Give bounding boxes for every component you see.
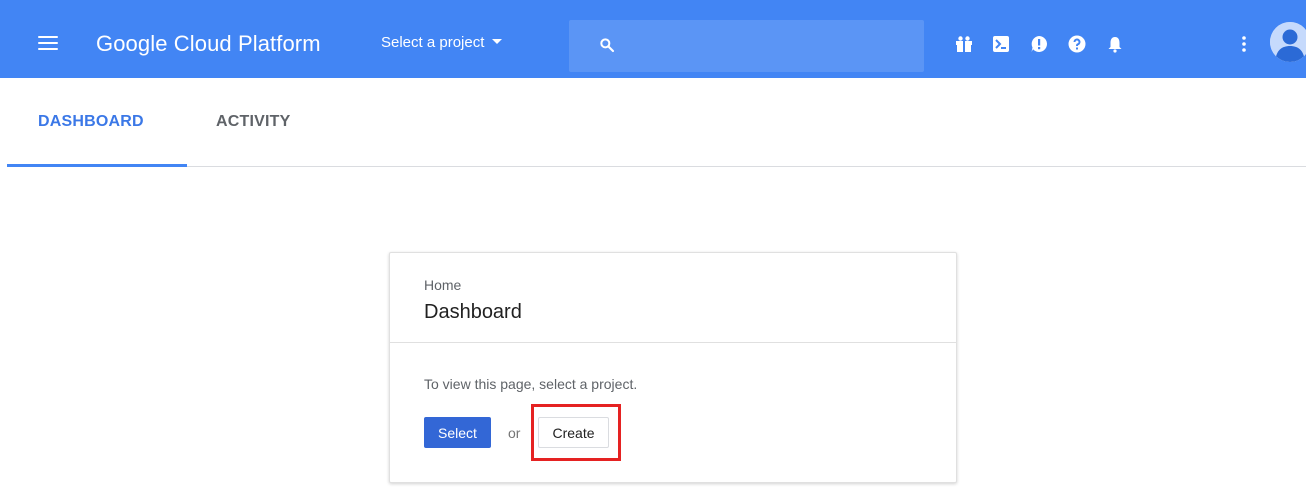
notifications-icon[interactable]	[1106, 35, 1124, 53]
tab-bar: DASHBOARD ACTIVITY	[7, 78, 1306, 167]
active-tab-indicator	[7, 164, 187, 167]
tab-dashboard[interactable]: DASHBOARD	[38, 112, 144, 132]
gift-icon[interactable]	[955, 35, 973, 53]
card-header: Home Dashboard	[390, 253, 956, 343]
search-bar[interactable]	[569, 20, 924, 72]
tab-activity[interactable]: ACTIVITY	[216, 112, 291, 132]
dashboard-card: Home Dashboard To view this page, select…	[389, 252, 957, 483]
top-app-bar: Google Cloud Platform Select a project	[0, 0, 1306, 78]
project-select-label: Select a project	[381, 34, 485, 51]
page-title: Dashboard	[424, 301, 522, 323]
select-button[interactable]: Select	[424, 417, 491, 448]
search-icon	[600, 38, 615, 53]
breadcrumb: Home	[424, 277, 462, 293]
help-icon[interactable]	[1068, 35, 1086, 53]
menu-icon[interactable]	[38, 36, 58, 50]
create-button[interactable]: Create	[538, 417, 609, 448]
brand-title[interactable]: Google Cloud Platform	[96, 30, 321, 58]
select-project-message: To view this page, select a project.	[424, 376, 638, 392]
or-label: or	[508, 425, 521, 441]
caret-down-icon	[492, 39, 503, 44]
search-input[interactable]	[629, 32, 909, 60]
feedback-icon[interactable]	[1030, 35, 1048, 53]
project-select-dropdown[interactable]: Select a project	[381, 33, 503, 53]
cloud-shell-icon[interactable]	[992, 35, 1010, 53]
more-vert-icon[interactable]	[1238, 35, 1250, 53]
account-avatar[interactable]	[1270, 22, 1306, 62]
